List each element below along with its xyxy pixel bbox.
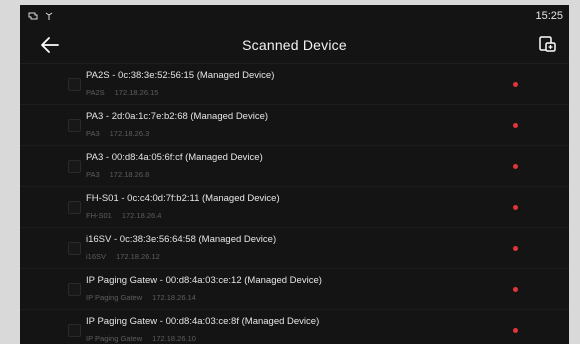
device-checkbox[interactable]	[68, 201, 81, 214]
device-name: FH-S01 - 0c:c4:0d:7f:b2:11 (Managed Devi…	[86, 193, 280, 204]
status-icons	[28, 11, 54, 21]
device-model: IP Paging Gatew	[86, 293, 143, 302]
device-model: IP Paging Gatew	[86, 334, 143, 343]
device-model: PA2S	[86, 88, 105, 97]
device-row[interactable]: i16SV - 0c:38:3e:56:64:58 (Managed Devic…	[20, 228, 569, 269]
device-details: PA2S 172.18.26.15	[86, 88, 158, 97]
device-name: IP Paging Gatew - 00:d8:4a:03:ce:8f (Man…	[86, 316, 320, 327]
device-details: FH-S01 172.18.26.4	[86, 211, 161, 220]
page-title: Scanned Device	[242, 37, 347, 53]
device-name: PA3 - 2d:0a:1c:7e:b2:68 (Managed Device)	[86, 111, 269, 122]
back-arrow-icon[interactable]	[38, 33, 62, 57]
device-ip: 172.18.26.10	[152, 334, 196, 343]
device-row[interactable]: IP Paging Gatew - 00:d8:4a:03:ce:12 (Man…	[20, 269, 569, 310]
device-name: i16SV - 0c:38:3e:56:64:58 (Managed Devic…	[86, 234, 277, 245]
status-indicator-icon	[513, 205, 518, 210]
device-checkbox[interactable]	[68, 119, 81, 132]
device-ip: 172.18.26.14	[152, 293, 196, 302]
device-details: i16SV 172.18.26.12	[86, 252, 160, 261]
device-ip: 172.18.26.12	[116, 252, 160, 261]
device-name: PA3 - 00:d8:4a:05:6f:cf (Managed Device)	[86, 152, 263, 163]
device-row[interactable]: IP Paging Gatew - 00:d8:4a:03:ce:8f (Man…	[20, 310, 569, 344]
device-details: IP Paging Gatew 172.18.26.14	[86, 293, 196, 302]
device-details: PA3 172.18.26.3	[86, 129, 149, 138]
device-export-icon[interactable]	[537, 33, 559, 55]
status-indicator-icon	[513, 123, 518, 128]
device-ip: 172.18.26.4	[121, 211, 162, 220]
status-indicator-icon	[513, 246, 518, 251]
usb-icon	[28, 11, 38, 21]
device-checkbox[interactable]	[68, 283, 81, 296]
device-model: PA3	[86, 129, 100, 138]
status-indicator-icon	[513, 287, 518, 292]
device-checkbox[interactable]	[68, 324, 81, 337]
status-indicator-icon	[513, 328, 518, 333]
device-name: IP Paging Gatew - 00:d8:4a:03:ce:12 (Man…	[86, 275, 322, 286]
device-checkbox[interactable]	[68, 160, 81, 173]
status-indicator-icon	[513, 82, 518, 87]
device-ip: 172.18.26.15	[114, 88, 159, 97]
device-checkbox[interactable]	[68, 242, 81, 255]
device-ip: 172.18.26.8	[109, 170, 150, 179]
device-row[interactable]: PA3 - 2d:0a:1c:7e:b2:68 (Managed Device)…	[20, 105, 569, 146]
status-bar: 15:25	[20, 5, 569, 27]
device-model: PA3	[86, 170, 100, 179]
status-indicator-icon	[513, 164, 518, 169]
device-row[interactable]: FH-S01 - 0c:c4:0d:7f:b2:11 (Managed Devi…	[20, 187, 569, 228]
top-bar: Scanned Device	[20, 27, 569, 64]
device-row[interactable]: PA3 - 00:d8:4a:05:6f:cf (Managed Device)…	[20, 146, 569, 187]
device-model: FH-S01	[86, 211, 112, 220]
status-time: 15:25	[535, 10, 563, 22]
network-icon	[44, 11, 54, 21]
device-checkbox[interactable]	[68, 78, 81, 91]
device-details: IP Paging Gatew 172.18.26.10	[86, 334, 196, 343]
device-list: PA2S - 0c:38:3e:52:56:15 (Managed Device…	[20, 64, 569, 344]
device-name: PA2S - 0c:38:3e:52:56:15 (Managed Device…	[86, 70, 275, 81]
device-row[interactable]: PA2S - 0c:38:3e:52:56:15 (Managed Device…	[20, 64, 569, 105]
device-ip: 172.18.26.3	[109, 129, 150, 138]
device-screen: 15:25 Scanned Device PA2S - 0c:38:3e:52:…	[20, 5, 569, 344]
device-details: PA3 172.18.26.8	[86, 170, 149, 179]
device-model: i16SV	[86, 252, 107, 261]
